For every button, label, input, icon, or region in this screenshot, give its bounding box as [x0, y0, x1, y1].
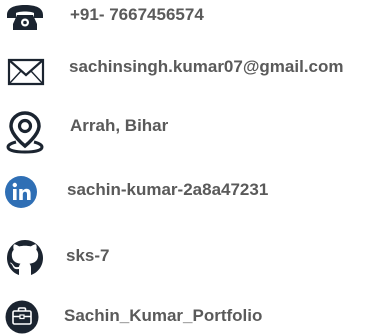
github-icon: [7, 240, 43, 275]
briefcase-icon: [5, 300, 39, 334]
contact-item-portfolio[interactable]: Sachin_Kumar_Portfolio: [0, 296, 385, 336]
github-link[interactable]: sks-7: [66, 246, 109, 266]
phone-number: +91- 7667456574: [70, 5, 204, 24]
location-pin-icon: [6, 111, 44, 154]
contact-item-github[interactable]: sks-7: [0, 236, 385, 280]
linkedin-icon: [5, 176, 37, 208]
contact-item-location: Arrah, Bihar: [0, 108, 385, 154]
phone-icon: [7, 5, 43, 30]
contact-item-linkedin[interactable]: sachin-kumar-2a8a47231: [0, 172, 385, 210]
contact-item-phone: +91- 7667456574: [0, 0, 385, 36]
portfolio-link[interactable]: Sachin_Kumar_Portfolio: [64, 306, 262, 326]
envelope-icon: [7, 58, 45, 86]
location-text: Arrah, Bihar: [70, 116, 169, 135]
contact-item-email[interactable]: sachinsingh.kumar07@gmail.com: [0, 48, 385, 88]
linkedin-link[interactable]: sachin-kumar-2a8a47231: [67, 180, 268, 200]
email-link[interactable]: sachinsingh.kumar07@gmail.com: [69, 57, 344, 77]
